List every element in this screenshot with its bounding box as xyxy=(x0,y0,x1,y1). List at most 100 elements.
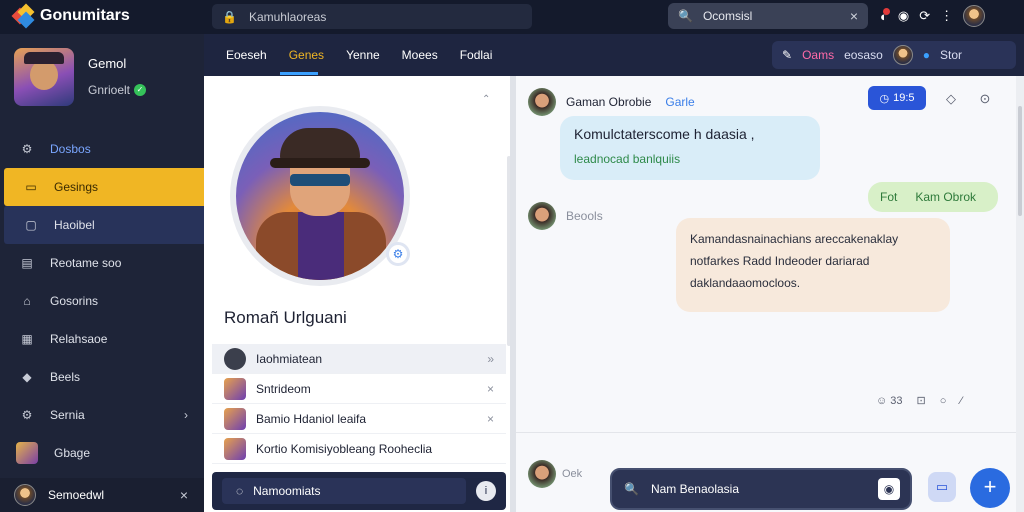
remove-icon[interactable]: × xyxy=(487,412,494,426)
sidebar-item-recent[interactable]: ▤ Reotame soo xyxy=(0,244,204,282)
clock-icon: ◷ xyxy=(879,92,890,105)
list-item-avatar xyxy=(224,347,246,370)
gear-icon: ⚙ xyxy=(21,408,33,422)
sidebar-item-series[interactable]: ⚙ Sernia › xyxy=(0,396,204,434)
list-item[interactable]: Kortio Komisiyobleang Rooheclia xyxy=(212,434,506,464)
active-tab-indicator xyxy=(280,72,318,75)
list-item-label: Iaohmiatean xyxy=(256,351,323,366)
left-message-input[interactable]: ◌ Namoomiats xyxy=(222,478,466,504)
tab-fodlai[interactable]: Fodlai xyxy=(460,48,493,62)
profile-display-name: Romañ Urlguani xyxy=(224,308,347,327)
eosaso-link[interactable]: eosaso xyxy=(844,48,883,62)
close-icon[interactable]: × xyxy=(180,487,188,503)
chat-scrollbar[interactable] xyxy=(1016,76,1024,512)
tab-yenne[interactable]: Yenne xyxy=(346,48,380,62)
add-button[interactable]: + xyxy=(970,468,1010,508)
sidebar-item-games[interactable]: ▭ Gesings xyxy=(4,168,204,206)
frame-icon: ▢ xyxy=(25,218,37,232)
games-link[interactable]: Oams xyxy=(802,48,834,62)
message-search-input[interactable]: 🔍 Nam Benaolasia ◉ xyxy=(610,468,912,510)
camera-icon[interactable]: ◉ xyxy=(898,8,909,24)
info-icon[interactable]: i xyxy=(476,481,496,501)
settings-icon: ⚙ xyxy=(21,142,33,156)
tab-bar: Eoeseh Genes Yenne Moees Fodlai ✎ Oams e… xyxy=(204,34,1024,76)
list-item[interactable]: Bamio Hdaniol leaifa × xyxy=(212,404,506,434)
list-item[interactable]: Iaohmiatean » xyxy=(212,344,506,374)
tab-search[interactable]: Eoeseh xyxy=(226,48,267,62)
tab-games[interactable]: Genes xyxy=(289,48,324,62)
folder-icon: ▭ xyxy=(25,180,37,194)
sidebar-item-label: Reotame soo xyxy=(50,256,122,270)
list-item-label: Bamio Hdaniol leaifa xyxy=(256,411,367,426)
chat-header: Gaman Obrobie Garle xyxy=(528,88,695,116)
tab-moees[interactable]: Moees xyxy=(402,48,438,62)
sidebar-item-bells[interactable]: ◆ Beels xyxy=(0,358,204,396)
tag-icon[interactable]: ◇ xyxy=(940,88,962,110)
expand-icon[interactable]: » xyxy=(487,352,494,366)
message-subtext: leadnocad banlquiis xyxy=(574,152,681,166)
edit-avatar-icon[interactable]: ⚙ xyxy=(386,242,410,266)
time-filter-label: 19:5 xyxy=(893,92,915,104)
game-thumbnail xyxy=(16,442,38,464)
sidebar-item-releases[interactable]: ▦ Relahsaoe xyxy=(0,320,204,358)
clear-search-icon[interactable]: × xyxy=(850,8,858,24)
list-item-label: Sntrideom xyxy=(256,381,311,396)
sidebar-item-sessions[interactable]: ⌂ Gosorins xyxy=(0,282,204,320)
profile-status: Gnrioelt ✓ xyxy=(88,83,147,97)
profile-panel: ⚙ ⌃ Romañ Urlguani Iaohmiatean » Sntride… xyxy=(204,76,511,512)
refresh-icon[interactable]: ⟳ xyxy=(919,8,930,24)
sender-name: Beools xyxy=(566,209,603,223)
reaction-count: 33 xyxy=(890,394,903,407)
options-icon[interactable]: ⊙ xyxy=(974,88,996,110)
composer-avatar[interactable] xyxy=(528,460,556,488)
sidebar-item-dashboard[interactable]: ⚙ Dosbos xyxy=(0,130,204,168)
remove-icon[interactable]: × xyxy=(487,382,494,396)
user-avatar[interactable] xyxy=(963,5,986,27)
reaction-circle-icon[interactable]: ○ xyxy=(940,395,947,407)
store-link[interactable]: Stor xyxy=(940,48,962,62)
chat-bubble-icon: ◌ xyxy=(236,484,244,498)
message-text: Kam Obrok xyxy=(915,190,977,204)
search-icon: 🔍 xyxy=(624,482,639,496)
message-line: Kamandasnainachians areccakenaklay xyxy=(690,232,899,246)
more-options-icon[interactable]: ⋮ xyxy=(940,8,953,24)
sidebar-item-label: Gesings xyxy=(54,180,99,194)
logo-mark-icon xyxy=(11,3,36,29)
notifications-icon[interactable]: ◐ xyxy=(880,7,890,24)
collapse-icon[interactable]: ⌃ xyxy=(482,94,490,105)
home-icon: ⌂ xyxy=(23,294,31,308)
reaction-emoji-icon[interactable]: ☺ 33 xyxy=(876,395,903,407)
message-search-placeholder: Nam Benaolasia xyxy=(650,482,740,496)
tag-icon[interactable]: ✎ xyxy=(782,48,792,62)
sidebar-profile[interactable]: Gemol Gnrioelt ✓ xyxy=(14,48,147,106)
chat-contact-status[interactable]: Garle xyxy=(665,95,694,109)
sidebar-item-label: Beels xyxy=(50,370,81,384)
app-logo[interactable]: Gonumitars xyxy=(11,3,130,29)
camera-icon[interactable]: ◉ xyxy=(878,478,900,500)
attach-button[interactable]: ▭ xyxy=(928,472,956,502)
globe-icon[interactable]: ● xyxy=(923,48,930,62)
sidebar-item-hobbies[interactable]: ▢ Haoibel xyxy=(4,206,204,244)
message-sender: Beools xyxy=(528,202,603,230)
sidebar-item-label: Relahsaoe xyxy=(50,332,108,346)
message-reactions: ☺ 33 ⊡ ○ ⁄ xyxy=(876,394,962,408)
list-item[interactable]: Sntrideom × xyxy=(212,374,506,404)
lock-icon: 🔒 xyxy=(222,9,237,24)
reaction-share-icon[interactable]: ⊡ xyxy=(917,394,926,407)
time-filter-button[interactable]: ◷ 19:5 xyxy=(868,86,926,110)
sidebar-bottom-user[interactable]: Semoedwl × xyxy=(0,478,204,512)
chat-panel: Gaman Obrobie Garle ◷ 19:5 ◇ ⊙ Komulctat… xyxy=(516,76,1016,512)
sidebar-item-label: Sernia xyxy=(50,408,85,422)
message-bubble-incoming: Komulctaterscome h daasia , leadnocad ba… xyxy=(560,116,820,180)
sidebar-nav: ⚙ Dosbos ▭ Gesings ▢ Haoibel ▤ Reotame s… xyxy=(0,130,204,472)
sidebar-item-storage[interactable]: Gbage xyxy=(0,434,204,472)
message-bubble-outgoing: Fot Kam Obrok xyxy=(868,182,998,212)
top-search-input[interactable]: 🔍 Ocomsisl × xyxy=(668,3,868,29)
bottom-user-avatar xyxy=(14,484,36,506)
reaction-slash-icon[interactable]: ⁄ xyxy=(960,395,962,407)
subbar-avatar[interactable] xyxy=(892,45,913,65)
sender-avatar[interactable] xyxy=(528,202,556,230)
top-search-left[interactable]: 🔒 Kamuhlaoreas xyxy=(212,4,532,29)
chat-contact-avatar[interactable] xyxy=(528,88,556,116)
layout-icon: ▦ xyxy=(21,332,33,346)
